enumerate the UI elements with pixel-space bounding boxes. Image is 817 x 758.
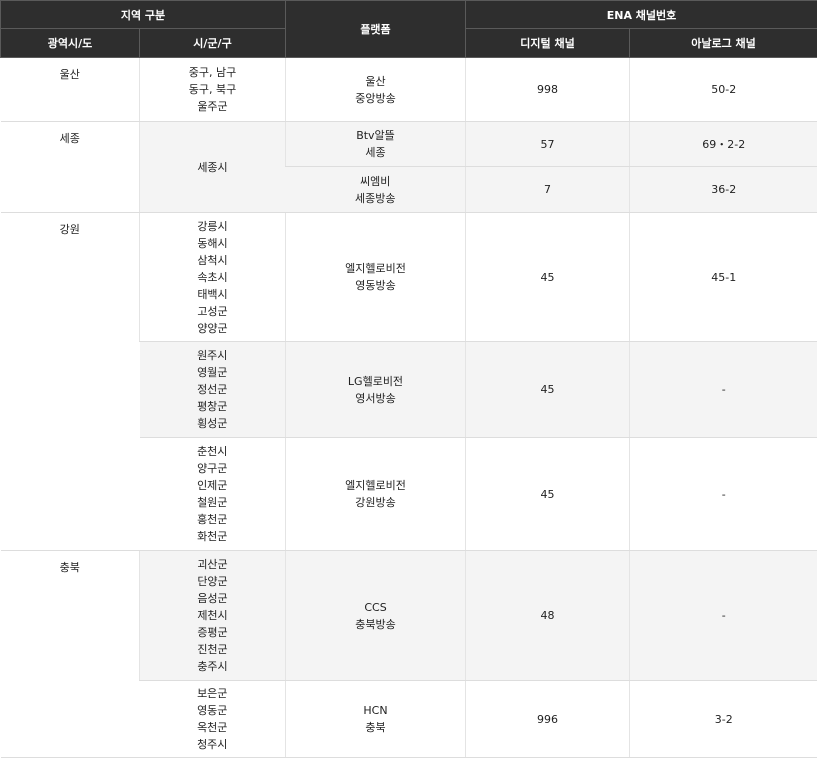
city-name: 옥천군 (140, 719, 286, 736)
province-header: 광역시/도 (1, 29, 140, 58)
city-name: 보은군 (140, 685, 286, 702)
city-cell: 보은군 영동군 옥천군 청주시 (140, 681, 286, 758)
city-name: 정선군 (140, 381, 286, 398)
analog-channel-header: 아날로그 채널 (630, 29, 817, 58)
analog-channel-cell: - (630, 342, 817, 438)
city-name: 양양군 (140, 320, 285, 337)
city-name: 고성군 (140, 303, 285, 320)
city-name: 영월군 (140, 364, 286, 381)
city-name: 횡성군 (140, 415, 286, 432)
platform-cell: Btv알뜰 세종 (286, 122, 466, 167)
digital-channel-cell: 48 (466, 551, 630, 681)
platform-cell: 엘지헬로비전 강원방송 (286, 438, 466, 551)
digital-channel-cell: 45 (466, 213, 630, 342)
analog-channel-cell: - (630, 551, 817, 681)
city-cell: 중구, 남구 동구, 북구 울주군 (140, 58, 286, 122)
platform-header: 플랫폼 (286, 1, 466, 58)
city-name: 홍천군 (140, 511, 286, 528)
city-name: 평창군 (140, 398, 286, 415)
table-row: 세종 세종시 Btv알뜰 세종 57 69・2-2 (1, 122, 817, 167)
platform-cell: 씨엠비 세종방송 (286, 167, 466, 213)
table-row: 강원 강릉시 동해시 삼척시 속초시 태백시 고성군 양양군 엘지헬로비전 영동… (1, 213, 817, 342)
city-name: 청주시 (140, 736, 286, 753)
city-name: 충주시 (140, 658, 285, 675)
header-row-top: 지역 구분 플랫폼 ENA 채널번호 (1, 1, 817, 29)
city-name: 춘천시 (140, 443, 286, 460)
city-cell: 춘천시 양구군 인제군 철원군 홍천군 화천군 (140, 438, 286, 551)
table-header: 지역 구분 플랫폼 ENA 채널번호 광역시/도 시/군/구 디지털 채널 아날… (1, 1, 817, 58)
platform-name: 영동방송 (286, 277, 465, 294)
province-cell: 울산 (1, 58, 140, 122)
analog-channel-cell: 36-2 (630, 167, 817, 213)
region-group-header: 지역 구분 (1, 1, 286, 29)
city-name: 동구, 북구 (140, 81, 285, 98)
platform-name: 울산 (286, 73, 465, 90)
city-name: 화천군 (140, 528, 286, 545)
table-body: 울산 중구, 남구 동구, 북구 울주군 울산 중앙방송 998 50-2 세종… (1, 58, 817, 758)
digital-channel-cell: 998 (466, 58, 630, 122)
platform-name: 세종 (286, 144, 465, 161)
city-name: 강릉시 (140, 218, 285, 235)
city-cell: 괴산군 단양군 음성군 제천시 증평군 진천군 충주시 (140, 551, 286, 681)
province-cell: 강원 (1, 213, 140, 551)
platform-name: 세종방송 (286, 190, 466, 207)
platform-name: 엘지헬로비전 (286, 477, 465, 494)
city-name: 동해시 (140, 235, 285, 252)
digital-channel-cell: 7 (466, 167, 630, 213)
platform-name: 씨엠비 (286, 173, 466, 190)
city-name: 인제군 (140, 477, 286, 494)
digital-channel-cell: 45 (466, 438, 630, 551)
platform-name: Btv알뜰 (286, 127, 465, 144)
platform-cell: 엘지헬로비전 영동방송 (286, 213, 466, 342)
province-cell: 세종 (1, 122, 140, 213)
city-name: 제천시 (140, 607, 285, 624)
platform-cell: 울산 중앙방송 (286, 58, 466, 122)
platform-name: LG헬로비전 (286, 373, 465, 390)
city-name: 단양군 (140, 573, 285, 590)
platform-name: 충북 (286, 719, 465, 736)
analog-channel-cell: 45-1 (630, 213, 817, 342)
city-name: 음성군 (140, 590, 285, 607)
city-name: 영동군 (140, 702, 286, 719)
city-name: 괴산군 (140, 556, 285, 573)
platform-name: 충북방송 (286, 616, 465, 633)
platform-cell: CCS 충북방송 (286, 551, 466, 681)
city-name: 울주군 (140, 98, 285, 115)
platform-cell: HCN 충북 (286, 681, 466, 758)
city-name: 속초시 (140, 269, 285, 286)
platform-name: HCN (286, 702, 465, 719)
province-cell: 충북 (1, 551, 140, 758)
platform-name: 강원방송 (286, 494, 465, 511)
digital-channel-cell: 57 (466, 122, 630, 167)
platform-name: 영서방송 (286, 390, 465, 407)
city-name: 원주시 (140, 347, 286, 364)
platform-name: 엘지헬로비전 (286, 260, 465, 277)
table-row: 충북 괴산군 단양군 음성군 제천시 증평군 진천군 충주시 CCS 충북방송 … (1, 551, 817, 681)
city-name: 태백시 (140, 286, 285, 303)
digital-channel-header: 디지털 채널 (466, 29, 630, 58)
platform-name: 중앙방송 (286, 90, 465, 107)
ena-channel-header: ENA 채널번호 (466, 1, 817, 29)
digital-channel-cell: 996 (466, 681, 630, 758)
city-cell: 강릉시 동해시 삼척시 속초시 태백시 고성군 양양군 (140, 213, 286, 342)
city-cell: 원주시 영월군 정선군 평창군 횡성군 (140, 342, 286, 438)
city-name: 중구, 남구 (140, 64, 285, 81)
table-row: 울산 중구, 남구 동구, 북구 울주군 울산 중앙방송 998 50-2 (1, 58, 817, 122)
city-name: 진천군 (140, 641, 285, 658)
city-name: 세종시 (140, 159, 285, 176)
digital-channel-cell: 45 (466, 342, 630, 438)
channel-table: 지역 구분 플랫폼 ENA 채널번호 광역시/도 시/군/구 디지털 채널 아날… (0, 0, 817, 758)
city-name: 철원군 (140, 494, 286, 511)
analog-channel-cell: - (630, 438, 817, 551)
analog-channel-cell: 3-2 (630, 681, 817, 758)
platform-cell: LG헬로비전 영서방송 (286, 342, 466, 438)
city-cell: 세종시 (140, 122, 286, 213)
city-header: 시/군/구 (140, 29, 286, 58)
analog-channel-cell: 69・2-2 (630, 122, 817, 167)
platform-name: CCS (286, 599, 465, 616)
city-name: 증평군 (140, 624, 285, 641)
city-name: 삼척시 (140, 252, 285, 269)
analog-channel-cell: 50-2 (630, 58, 817, 122)
city-name: 양구군 (140, 460, 286, 477)
